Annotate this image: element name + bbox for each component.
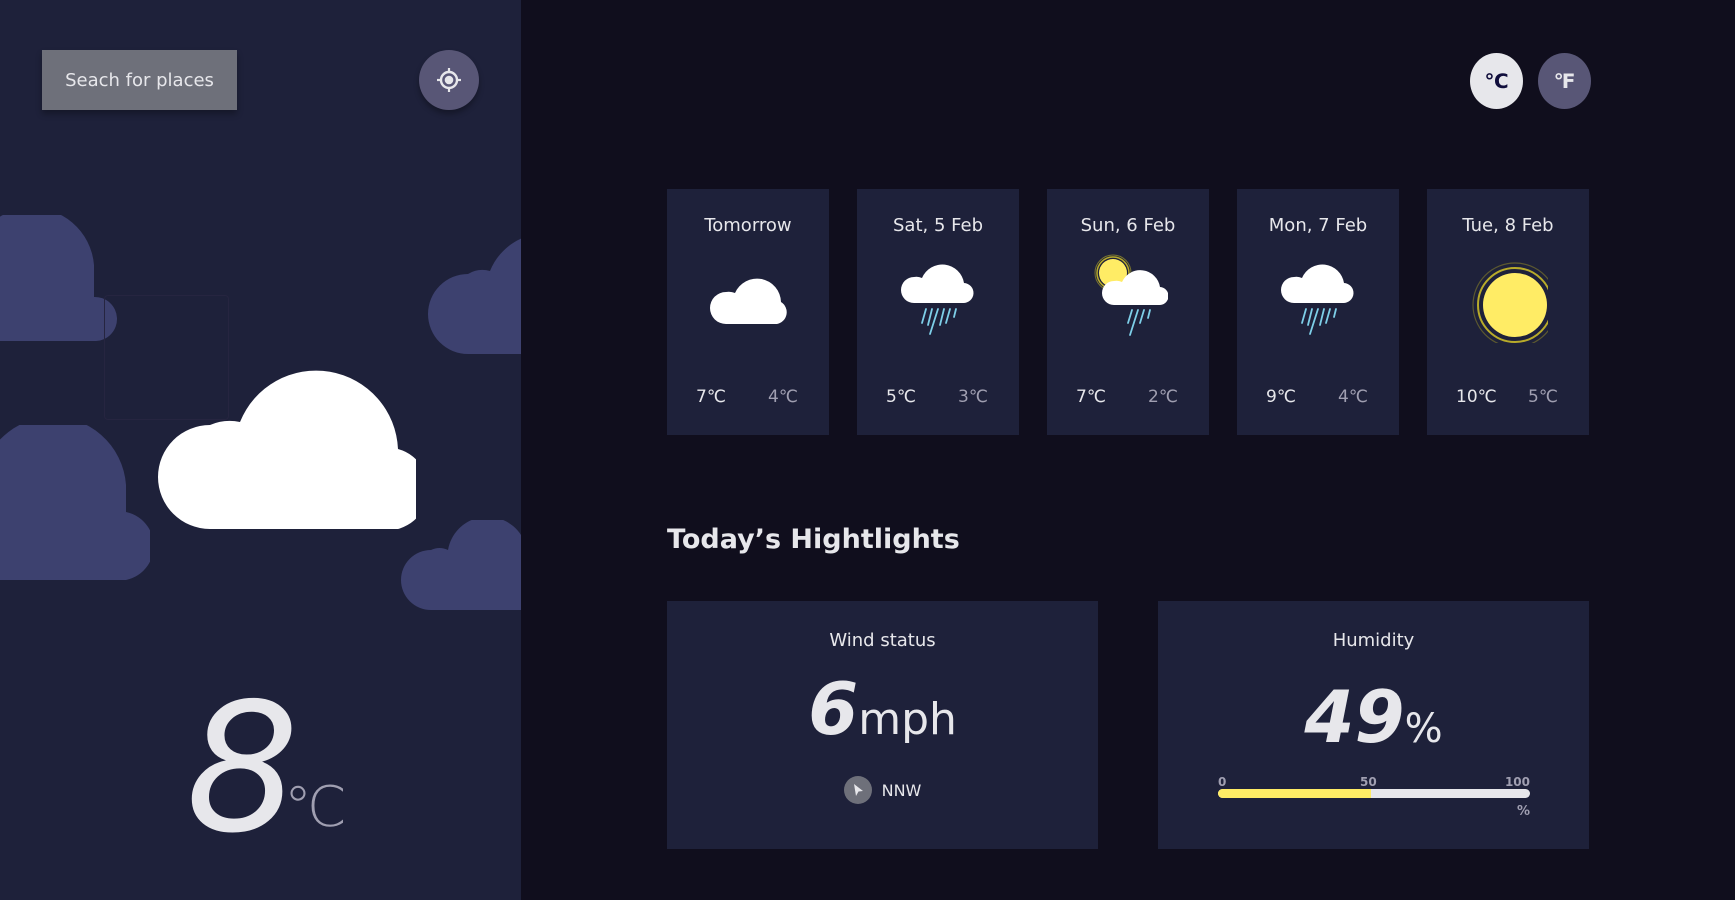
celsius-toggle-button[interactable]: ℃: [1470, 53, 1523, 109]
humidity-scale-unit: %: [1516, 804, 1530, 819]
wind-direction: NNW: [667, 776, 1098, 804]
sun-cloud-rain-icon: [1094, 254, 1168, 336]
forecast-date: Sun, 6 Feb: [1080, 215, 1176, 236]
forecast-card: Sun, 6 Feb 7℃ 2℃: [1047, 189, 1209, 435]
current-temperature-value: 8: [185, 665, 299, 872]
current-location-button[interactable]: [419, 50, 479, 110]
forecast-date: Tue, 8 Feb: [1462, 215, 1554, 236]
forecast-card: Tomorrow 7℃ 4℃: [667, 189, 829, 435]
wind-speed-unit: mph: [858, 694, 957, 745]
forecast-max-temp: 7℃: [696, 387, 726, 407]
forecast-date: Mon, 7 Feb: [1268, 215, 1368, 236]
humidity-value-group: 49%: [1158, 675, 1589, 759]
wind-status-card: Wind status 6mph NNW: [667, 601, 1098, 849]
humidity-unit: %: [1404, 706, 1443, 752]
background-cloud-icon: [0, 215, 117, 341]
forecast-card: Tue, 8 Feb 10℃ 5℃: [1427, 189, 1589, 435]
wind-speed: 6mph: [667, 667, 1098, 751]
highlights-title: Today’s Hightlights: [667, 524, 960, 555]
humidity-label: Humidity: [1332, 630, 1415, 651]
cloud-icon: [158, 370, 416, 529]
rain-icon: [1281, 264, 1354, 335]
forecast-card: Sat, 5 Feb 5℃ 3℃: [857, 189, 1019, 435]
background-cloud-icon: [401, 520, 521, 610]
fahrenheit-toggle-button[interactable]: ℉: [1538, 53, 1591, 109]
forecast-min-temp: 5℃: [1528, 387, 1558, 407]
cloud-icon: [710, 278, 787, 324]
humidity-scale: 0 50 100: [1218, 775, 1530, 789]
wind-status-label: Wind status: [829, 630, 936, 651]
rain-icon: [901, 264, 974, 335]
forecast-card: Mon, 7 Feb 9℃ 4℃: [1237, 189, 1399, 435]
forecast-min-temp: 4℃: [1338, 387, 1368, 407]
humidity-card: Humidity 49% 0 50 100 %: [1158, 601, 1589, 849]
current-temperature: 8 ℃: [0, 680, 521, 858]
scale-label-max: 100: [1504, 775, 1530, 789]
humidity-progress-bar: [1218, 789, 1530, 798]
forecast-max-temp: 5℃: [886, 387, 916, 407]
background-cloud-icon: [0, 425, 150, 580]
sidebar: Seach for places 8 ℃: [0, 0, 521, 900]
forecast-date: Tomorrow: [704, 215, 792, 236]
forecast-min-temp: 4℃: [768, 387, 798, 407]
humidity-progress-fill: [1218, 789, 1371, 798]
background-cloud-icon: [428, 238, 521, 354]
forecast-list: Tomorrow 7℃ 4℃ Sat, 5 Feb 5℃ 3℃ Sun, 6 F…: [667, 189, 1589, 435]
search-places-button[interactable]: Seach for places: [42, 50, 237, 110]
crosshair-gps-icon: [437, 68, 461, 92]
wind-direction-text: NNW: [881, 780, 922, 800]
forecast-max-temp: 9℃: [1266, 387, 1296, 407]
forecast-max-temp: 7℃: [1076, 387, 1106, 407]
main-content: ℃ ℉ Tomorrow 7℃ 4℃ Sat, 5 Feb 5℃ 3℃ Sun,…: [521, 0, 1735, 900]
scale-label-min: 0: [1218, 775, 1227, 789]
forecast-min-temp: 3℃: [958, 387, 988, 407]
scale-label-mid: 50: [1360, 775, 1377, 789]
forecast-max-temp: 10℃: [1456, 387, 1497, 407]
forecast-date: Sat, 5 Feb: [893, 215, 983, 236]
forecast-min-temp: 2℃: [1148, 387, 1178, 407]
navigation-arrow-icon: [843, 776, 872, 804]
humidity-value: 49: [1304, 675, 1405, 759]
current-temperature-unit: ℃: [284, 775, 347, 840]
wind-speed-value: 6: [808, 667, 859, 751]
sun-icon: [1472, 262, 1548, 343]
